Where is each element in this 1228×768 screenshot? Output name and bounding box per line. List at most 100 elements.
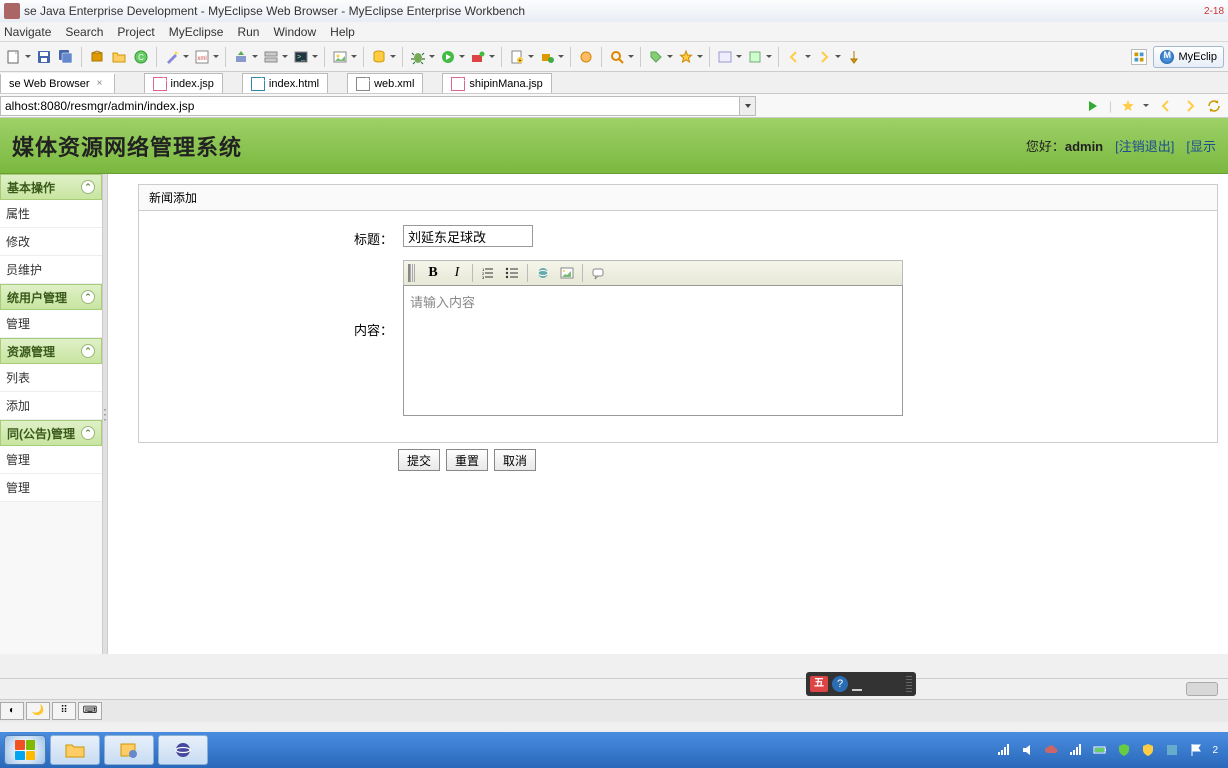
run-icon[interactable] <box>438 47 458 67</box>
folder-icon[interactable] <box>109 47 129 67</box>
start-button[interactable] <box>4 735 46 765</box>
task-explorer[interactable] <box>50 735 100 765</box>
italic-button[interactable]: I <box>446 263 468 283</box>
sidebar-item[interactable]: 管理 <box>0 446 102 474</box>
sidebar-head-user[interactable]: 统用户管理⌃ <box>0 284 102 310</box>
ime-handle[interactable] <box>906 676 912 692</box>
ime-btn-4[interactable]: ⌨ <box>78 702 102 720</box>
tray-shield-icon[interactable] <box>1116 742 1132 758</box>
collapse-icon[interactable]: ⌃ <box>81 180 95 194</box>
xml-dropdown[interactable] <box>212 47 220 67</box>
browser-back-icon[interactable] <box>1158 98 1174 114</box>
server-dropdown[interactable] <box>281 47 289 67</box>
save-all-icon[interactable] <box>56 47 76 67</box>
open-type-icon[interactable] <box>576 47 596 67</box>
menu-project[interactable]: Project <box>117 25 154 39</box>
ime-minimize-icon[interactable] <box>852 681 862 691</box>
new-java-dropdown[interactable] <box>527 47 535 67</box>
star-icon[interactable] <box>676 47 696 67</box>
dialog-button[interactable] <box>587 263 609 283</box>
sidebar-head-resource[interactable]: 资源管理⌃ <box>0 338 102 364</box>
nav-fwd-dropdown[interactable] <box>834 47 842 67</box>
sidebar-item[interactable]: 员维护 <box>0 256 102 284</box>
collapse-icon[interactable]: ⌃ <box>81 344 95 358</box>
ime-help-icon[interactable]: ? <box>832 676 848 692</box>
wand-icon[interactable] <box>162 47 182 67</box>
link-button[interactable] <box>532 263 554 283</box>
fav-dropdown[interactable] <box>1142 96 1150 116</box>
logout-link[interactable]: [注销退出] <box>1115 136 1174 155</box>
new-icon[interactable] <box>4 47 24 67</box>
cancel-button[interactable]: 取消 <box>494 449 536 471</box>
toolbar-handle[interactable] <box>408 264 416 282</box>
another-icon[interactable] <box>745 47 765 67</box>
ime-btn-2[interactable]: 🌙 <box>26 702 50 720</box>
task-eclipse[interactable] <box>158 735 208 765</box>
tray-wifi-icon[interactable] <box>1068 742 1084 758</box>
sidebar-item[interactable]: 列表 <box>0 364 102 392</box>
star-dropdown[interactable] <box>696 47 704 67</box>
sidebar-item[interactable]: 属性 <box>0 200 102 228</box>
menu-run[interactable]: Run <box>237 25 259 39</box>
ul-button[interactable] <box>501 263 523 283</box>
sidebar-head-basic[interactable]: 基本操作⌃ <box>0 174 102 200</box>
menu-navigate[interactable]: Navigate <box>4 25 51 39</box>
ime-float[interactable]: 五 ? <box>806 672 916 696</box>
database-dropdown[interactable] <box>389 47 397 67</box>
ime-btn-3[interactable]: ⠿ <box>52 702 76 720</box>
class-icon[interactable]: C <box>131 47 151 67</box>
reset-button[interactable]: 重置 <box>446 449 488 471</box>
search-dropdown[interactable] <box>627 47 635 67</box>
pin-icon[interactable] <box>844 47 864 67</box>
show-link[interactable]: [显示 <box>1186 136 1216 155</box>
sidebar-item[interactable]: 添加 <box>0 392 102 420</box>
xml-icon[interactable]: xml <box>192 47 212 67</box>
run-dropdown[interactable] <box>458 47 466 67</box>
title-input[interactable] <box>403 225 533 247</box>
deploy-icon[interactable] <box>231 47 251 67</box>
url-dropdown[interactable] <box>740 96 756 116</box>
refresh-icon[interactable] <box>1206 98 1222 114</box>
tray-time[interactable]: 2 <box>1212 745 1218 756</box>
nav-back-icon[interactable] <box>784 47 804 67</box>
collapse-icon[interactable]: ⌃ <box>81 290 95 304</box>
image-button[interactable] <box>556 263 578 283</box>
tray-sound-icon[interactable] <box>1020 742 1036 758</box>
collapse-icon[interactable]: ⌃ <box>81 426 95 440</box>
new-dropdown[interactable] <box>24 47 32 67</box>
package-icon[interactable] <box>87 47 107 67</box>
ime-btn-1[interactable]: ◐ <box>0 702 24 720</box>
tag-icon[interactable] <box>646 47 666 67</box>
debug-dropdown[interactable] <box>428 47 436 67</box>
cmd-icon[interactable] <box>715 47 735 67</box>
tab-web-browser[interactable]: se Web Browser × <box>0 73 115 93</box>
tray-flag-icon[interactable] <box>1188 742 1204 758</box>
new-java-icon[interactable]: + <box>507 47 527 67</box>
terminal-dropdown[interactable] <box>311 47 319 67</box>
tray-net-icon[interactable] <box>996 742 1012 758</box>
database-icon[interactable] <box>369 47 389 67</box>
go-icon[interactable] <box>1085 98 1101 114</box>
close-icon[interactable]: × <box>94 78 106 90</box>
menu-myeclipse[interactable]: MyEclipse <box>169 25 224 39</box>
terminal-icon[interactable]: >_ <box>291 47 311 67</box>
submit-button[interactable]: 提交 <box>398 449 440 471</box>
debug-icon[interactable] <box>408 47 428 67</box>
sidebar-item[interactable]: 修改 <box>0 228 102 256</box>
wand-dropdown[interactable] <box>182 47 190 67</box>
image-dropdown[interactable] <box>350 47 358 67</box>
tray-shield2-icon[interactable] <box>1140 742 1156 758</box>
content-textarea[interactable]: 请输入内容 <box>403 286 903 416</box>
save-icon[interactable] <box>34 47 54 67</box>
nav-back-dropdown[interactable] <box>804 47 812 67</box>
external-dropdown[interactable] <box>488 47 496 67</box>
menu-window[interactable]: Window <box>273 25 316 39</box>
tray-cloud-icon[interactable] <box>1044 742 1060 758</box>
url-input[interactable]: alhost:8080/resmgr/admin/index.jsp <box>0 96 740 116</box>
image-icon[interactable] <box>330 47 350 67</box>
task-tools[interactable] <box>104 735 154 765</box>
nav-fwd-icon[interactable] <box>814 47 834 67</box>
cmd-dropdown[interactable] <box>735 47 743 67</box>
tab-index-html[interactable]: index.html <box>242 73 328 93</box>
menu-search[interactable]: Search <box>65 25 103 39</box>
